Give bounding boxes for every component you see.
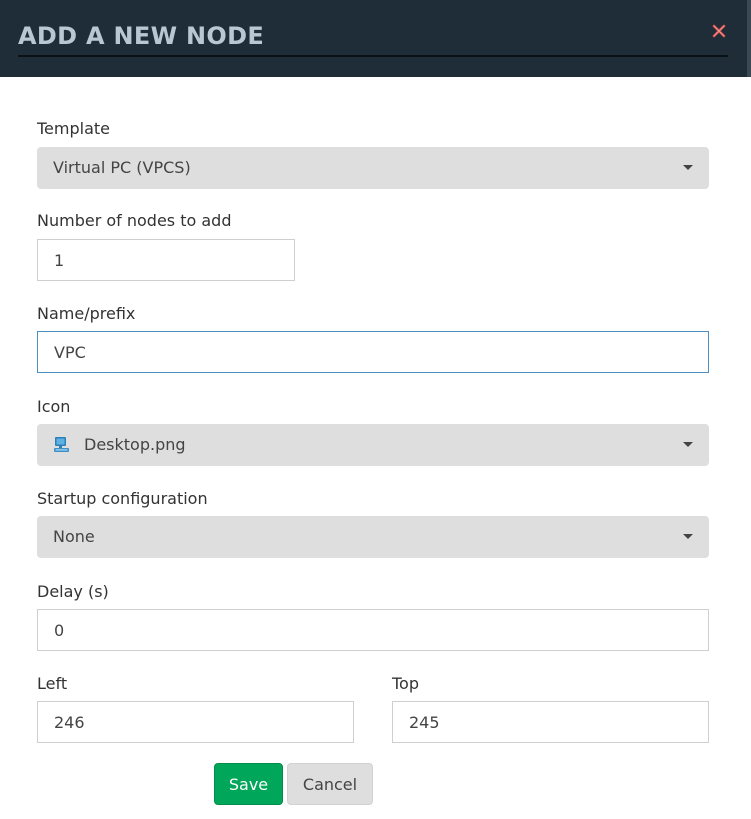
save-button[interactable]: Save — [214, 763, 283, 805]
nodes-count-label: Number of nodes to add — [37, 211, 232, 230]
icon-label: Icon — [37, 397, 71, 416]
left-label: Left — [37, 674, 68, 693]
title-underline — [18, 55, 728, 57]
startup-config-label: Startup configuration — [37, 489, 208, 508]
cancel-button[interactable]: Cancel — [287, 763, 373, 805]
icon-value: Desktop.png — [84, 435, 186, 454]
name-prefix-input[interactable] — [37, 331, 709, 373]
startup-config-value: None — [53, 527, 95, 546]
chevron-down-icon — [683, 442, 693, 447]
nodes-count-input[interactable] — [37, 239, 295, 281]
startup-config-select[interactable]: None — [37, 516, 709, 558]
icon-select[interactable]: Desktop.png — [37, 424, 709, 466]
delay-input[interactable] — [37, 609, 709, 651]
template-select[interactable]: Virtual PC (VPCS) — [37, 147, 709, 189]
left-input[interactable] — [37, 701, 354, 743]
name-prefix-label: Name/prefix — [37, 304, 136, 323]
header-edge — [747, 0, 751, 77]
delay-label: Delay (s) — [37, 582, 109, 601]
template-label: Template — [37, 119, 111, 138]
close-icon[interactable] — [711, 23, 727, 39]
add-node-dialog: ADD A NEW NODE Template Virtual PC (VPCS… — [0, 0, 751, 819]
top-input[interactable] — [392, 701, 709, 743]
chevron-down-icon — [683, 534, 693, 539]
template-value: Virtual PC (VPCS) — [53, 158, 191, 177]
dialog-title: ADD A NEW NODE — [18, 22, 265, 50]
top-label: Top — [392, 674, 419, 693]
chevron-down-icon — [683, 165, 693, 170]
desktop-icon — [54, 437, 69, 452]
dialog-header: ADD A NEW NODE — [0, 0, 751, 77]
